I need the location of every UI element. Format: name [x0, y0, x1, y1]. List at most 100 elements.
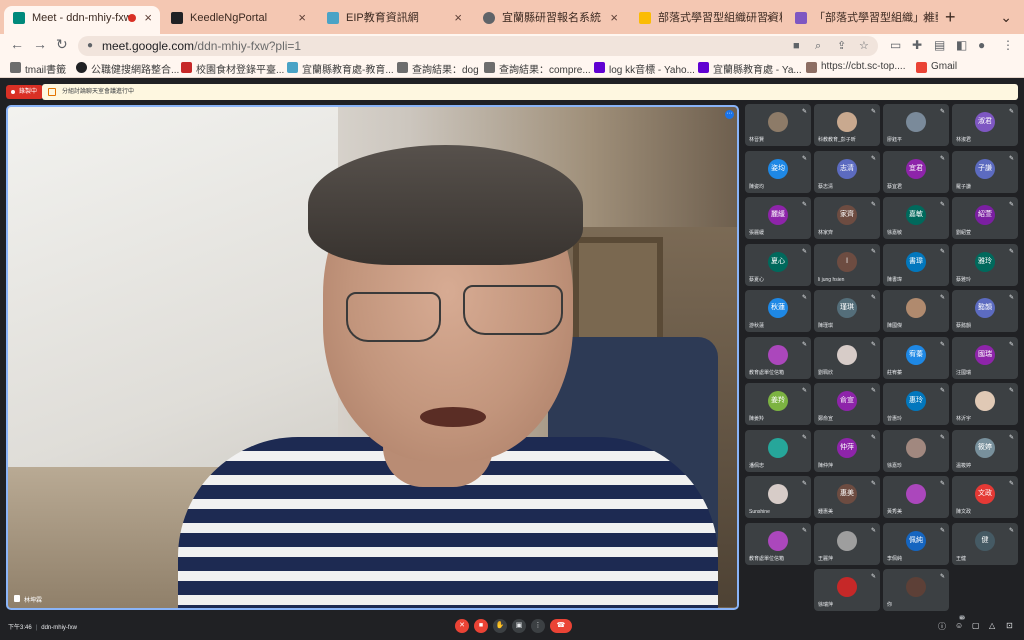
- raise-hand-icon[interactable]: ✋: [493, 619, 507, 633]
- chat-icon[interactable]: ▢: [972, 621, 980, 630]
- bookmark-item[interactable]: https://cbt.sc-top....: [806, 61, 905, 73]
- camera-icon[interactable]: ■: [793, 36, 800, 56]
- participant-tile[interactable]: 書瑋 ✎ 陳書瑋: [883, 243, 949, 286]
- cast-icon[interactable]: ▭: [890, 38, 901, 52]
- bookmark-item[interactable]: 宜蘭縣教育處 - Ya...: [698, 61, 802, 76]
- activities-icon[interactable]: △: [989, 621, 995, 630]
- participant-tile[interactable]: 佩純 ✎ 李佩純: [883, 522, 949, 565]
- tab-keedle[interactable]: KeedleNgPortal ×: [162, 6, 314, 34]
- participant-tile[interactable]: 宥蓁 ✎ 莊宥蓁: [883, 336, 949, 379]
- participant-tile[interactable]: 雅玲 ✎ 蔡雅玲: [952, 243, 1018, 286]
- mic-muted-icon: ✎: [801, 388, 807, 394]
- close-tab-icon[interactable]: ×: [454, 6, 462, 30]
- bookmark-item[interactable]: Gmail: [916, 61, 958, 73]
- participant-tile[interactable]: 俞宣 ✎ 鄭俞宣: [814, 383, 880, 425]
- close-tab-icon[interactable]: ×: [298, 6, 306, 30]
- participant-tile[interactable]: 國瑞 ✎ 汪國瑞: [952, 336, 1018, 379]
- bookmark-label: tmail書籤: [25, 65, 67, 76]
- info-icon[interactable]: ⓘ: [938, 621, 946, 632]
- participant-tile[interactable]: ✎ 廖鈺平: [883, 104, 949, 146]
- notice-text: 分組討論聊天室會議進行中: [62, 89, 135, 95]
- bookmark-item[interactable]: 查詢結果：dog: [397, 61, 479, 76]
- tab-forms[interactable]: 「部落式學習型組織」推動計 ×: [786, 6, 938, 34]
- star-icon[interactable]: ☆: [859, 36, 869, 56]
- participant-tile[interactable]: 宜君 ✎ 蔡宜君: [883, 150, 949, 193]
- tab-meet[interactable]: Meet - ddn-mhiy-fxw ×: [4, 6, 160, 34]
- bookmark-item[interactable]: 校園食材登錄平臺...: [181, 61, 284, 76]
- close-tab-icon[interactable]: ×: [144, 6, 152, 30]
- participant-tile[interactable]: 夏心 ✎ 蔡夏心: [745, 243, 811, 286]
- sidepanel-icon[interactable]: ◧: [956, 38, 967, 52]
- profile-avatar[interactable]: ●: [978, 38, 985, 52]
- close-tab-icon[interactable]: ×: [922, 6, 930, 30]
- main-speaker-video[interactable]: 林坤霖 ⋯: [6, 105, 739, 610]
- chevron-down-icon[interactable]: ⌄: [1000, 9, 1012, 26]
- share-icon[interactable]: ⇪: [837, 36, 846, 56]
- new-tab-button[interactable]: +: [945, 7, 956, 28]
- people-icon[interactable]: ☺ 60: [955, 615, 966, 630]
- close-tab-icon[interactable]: ×: [610, 6, 618, 30]
- bookmark-label: Gmail: [931, 61, 958, 72]
- bookmark-item[interactable]: 公職健搜網路整合...: [76, 61, 179, 76]
- participant-tile[interactable]: ✎ Sunshine: [745, 476, 811, 518]
- participant-tile[interactable]: 家齊 ✎ 林家齊: [814, 197, 880, 239]
- participant-tile[interactable]: 嘉敏 ✎ 徐嘉敏: [883, 197, 949, 239]
- participant-tile[interactable]: ✎ 潘佩忠: [745, 429, 811, 472]
- participant-tile[interactable]: ✎ 你: [883, 569, 949, 611]
- participant-tile[interactable]: ✎ 劉珮欣: [814, 336, 880, 379]
- present-icon[interactable]: ▣: [512, 619, 526, 633]
- bookmark-item[interactable]: tmail書籤: [10, 61, 66, 76]
- zoom-icon[interactable]: ⌕: [815, 36, 821, 56]
- forward-arrow-icon[interactable]: →: [33, 36, 47, 52]
- participant-tile[interactable]: 瑾琪 ✎ 陳瑾琪: [814, 290, 880, 332]
- participant-tile[interactable]: ✎ 林沂宇: [952, 383, 1018, 425]
- bookmark-item[interactable]: 宜蘭縣教育處-教育...: [287, 61, 394, 76]
- participant-tile[interactable]: l ✎ li jung hsien: [814, 243, 880, 286]
- address-bar[interactable]: ● meet.google.com/ddn-mhiy-fxw?pli=1 ■ ⌕…: [78, 36, 878, 56]
- bookmark-item[interactable]: log kk音標 - Yaho...: [594, 61, 695, 76]
- participant-tile[interactable]: 文政 ✎ 陳文政: [952, 476, 1018, 518]
- close-tab-icon[interactable]: ×: [766, 6, 774, 30]
- lock-icon[interactable]: ⊡: [1006, 621, 1013, 630]
- reload-icon[interactable]: ↻: [56, 36, 68, 53]
- camera-off-icon[interactable]: ■: [474, 619, 488, 633]
- participant-tile[interactable]: 淑君 ✎ 林淑君: [952, 104, 1018, 146]
- participant-tile[interactable]: ✎ 王麗萍: [814, 522, 880, 565]
- participant-tile[interactable]: ✎ 黃秀美: [883, 476, 949, 518]
- more-options-icon[interactable]: ⋯: [725, 110, 734, 119]
- menu-kebab-icon[interactable]: ⋮: [1002, 38, 1014, 52]
- participant-tile[interactable]: 麗緩 ✎ 張麗緩: [745, 197, 811, 239]
- participant-tile[interactable]: ✎ 徐瑞萍: [814, 569, 880, 611]
- participant-tile[interactable]: 秋蓮 ✎ 游秋蓮: [745, 290, 811, 332]
- mic-off-icon[interactable]: ✕: [455, 619, 469, 633]
- participant-tile[interactable]: ✎ 徐嘉珍: [883, 429, 949, 472]
- participant-tile[interactable]: 惠美 ✎ 鍾惠美: [814, 476, 880, 518]
- back-arrow-icon[interactable]: ←: [10, 36, 24, 52]
- participant-tile[interactable]: 姿均 ✎ 陳姿均: [745, 150, 811, 193]
- bookmark-item[interactable]: 查詢結果：compre...: [484, 61, 591, 76]
- tab-registration[interactable]: 宜蘭縣研習報名系統 ×: [474, 6, 626, 34]
- more-options-icon[interactable]: ⋮: [531, 619, 545, 633]
- participant-tile[interactable]: 惠玲 ✎ 曾惠玲: [883, 383, 949, 425]
- participant-tile[interactable]: ✎ 教育處單位信箱: [745, 336, 811, 379]
- participant-tile[interactable]: ✎ 科教教育_彭子昕: [814, 104, 880, 146]
- participant-tile[interactable]: 仲萍 ✎ 陳仲萍: [814, 429, 880, 472]
- participant-tile[interactable]: 紹萱 ✎ 劉紹萱: [952, 197, 1018, 239]
- tab-drive[interactable]: 部落式學習型組織研習資料 ×: [630, 6, 782, 34]
- participant-tile[interactable]: 懿韻 ✎ 蔡懿韻: [952, 290, 1018, 332]
- participant-tile[interactable]: 子謙 ✎ 羅子謙: [952, 150, 1018, 193]
- participant-tile[interactable]: 志清 ✎ 蔡志清: [814, 150, 880, 193]
- participant-tile[interactable]: ✎ 陳國傑: [883, 290, 949, 332]
- hang-up-button[interactable]: ☎: [550, 619, 572, 633]
- participant-tile[interactable]: ✎ 林晉賢: [745, 104, 811, 146]
- tab-eip[interactable]: EIP教育資訊網 ×: [318, 6, 470, 34]
- participant-tile[interactable]: 健 ✎ 王健: [952, 522, 1018, 565]
- media-icon[interactable]: ▤: [934, 38, 945, 52]
- meeting-code: ddn-mhiy-fxw: [41, 625, 77, 631]
- participant-tile[interactable]: ✎ 教育處單位信箱: [745, 522, 811, 565]
- extensions-icon[interactable]: ✚: [912, 38, 922, 52]
- mic-muted-icon: ✎: [1008, 248, 1014, 255]
- participant-tile[interactable]: 姜羚 ✎ 陳姜羚: [745, 383, 811, 425]
- participant-tile[interactable]: 筱婷 ✎ 溫筱婷: [952, 429, 1018, 472]
- participant-name: 王健: [956, 555, 967, 562]
